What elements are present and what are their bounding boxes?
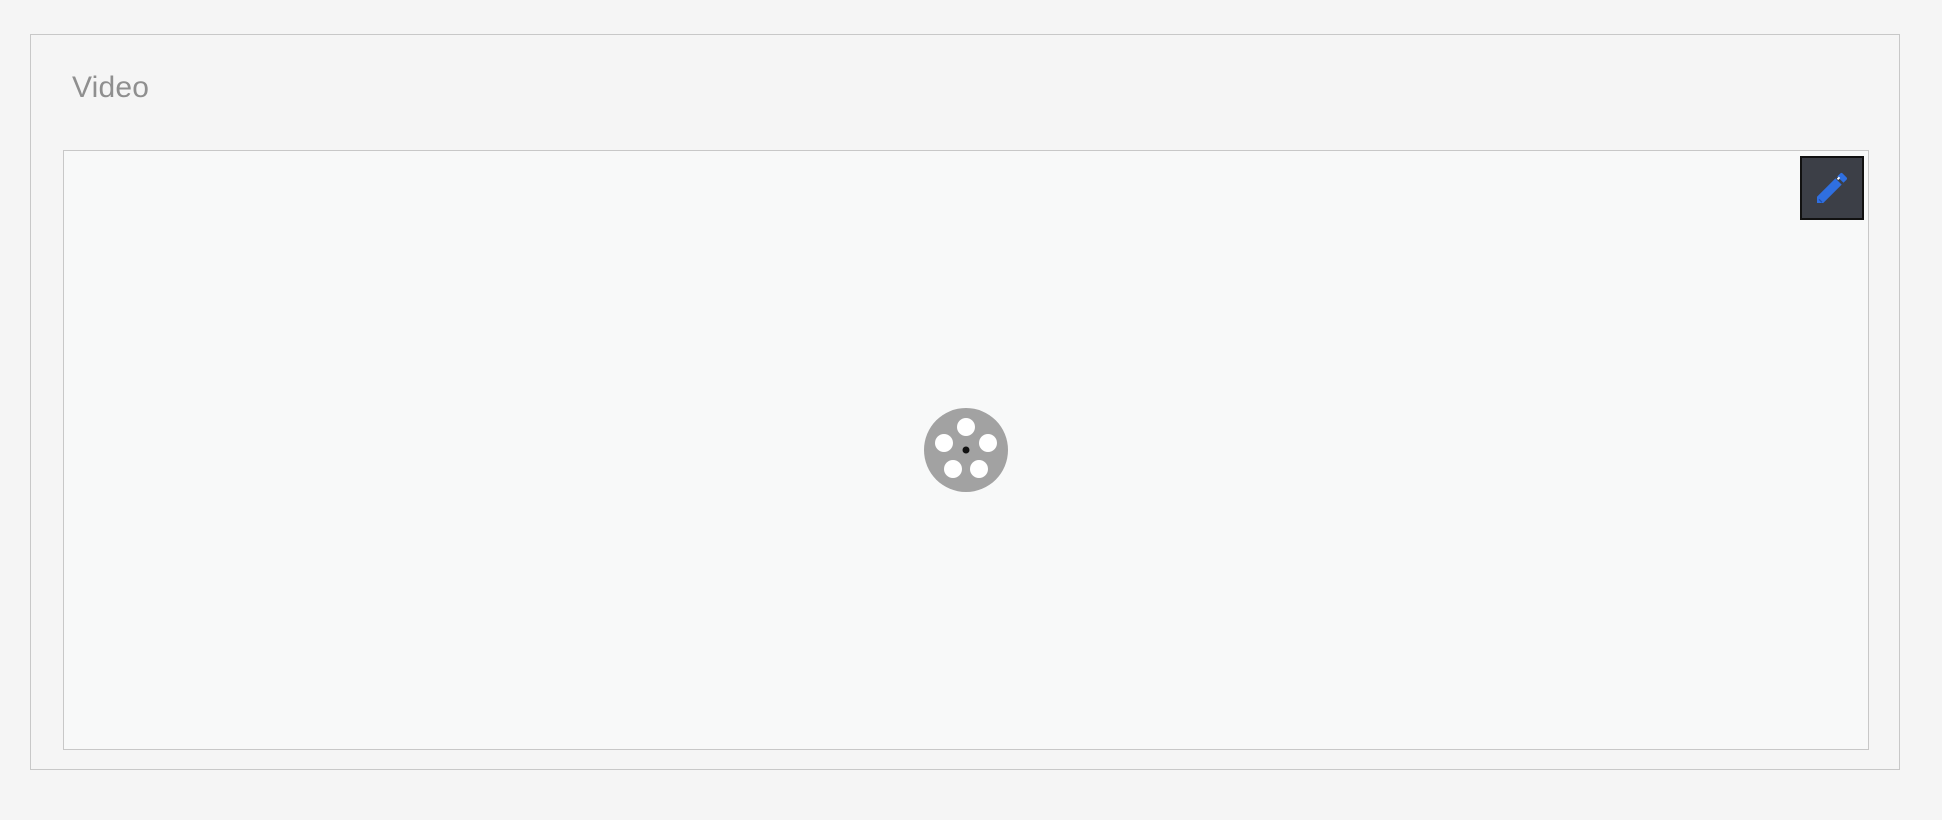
edit-video-button[interactable] (1800, 156, 1864, 220)
video-placeholder-area[interactable] (63, 150, 1869, 750)
section-title: Video (72, 71, 150, 104)
film-reel-icon (924, 408, 1008, 492)
video-section-panel: Video (30, 34, 1900, 770)
pencil-icon (1812, 168, 1852, 208)
